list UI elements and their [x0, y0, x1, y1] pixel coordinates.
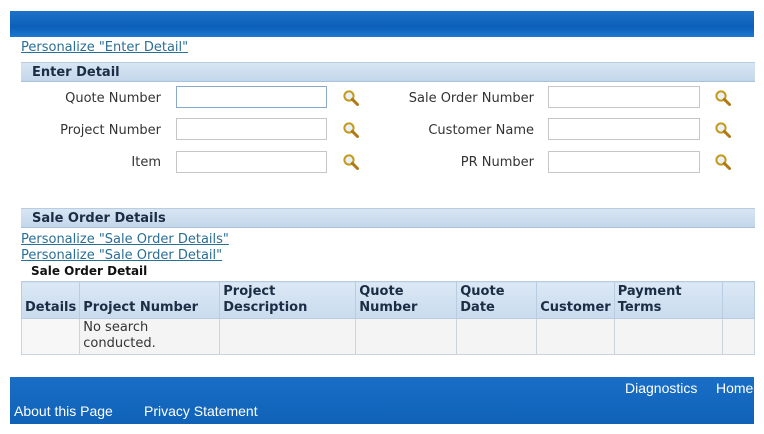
quote-number-label: Quote Number: [65, 91, 161, 106]
personalize-sale-order-detail-link[interactable]: Personalize "Sale Order Detail": [21, 248, 222, 263]
column-header-project-number[interactable]: Project Number: [79, 281, 221, 319]
column-header-more: [721, 281, 756, 319]
sale-order-details-header: Sale Order Details: [21, 208, 755, 228]
about-this-page-link[interactable]: About this Page: [14, 403, 113, 419]
column-header-project-description[interactable]: Project Description: [219, 281, 357, 319]
personalize-sale-order-details-link[interactable]: Personalize "Sale Order Details": [21, 232, 229, 247]
column-header-payment-terms[interactable]: Payment Terms: [613, 281, 723, 319]
item-label: Item: [131, 155, 161, 170]
empty-message: No search conducted.: [79, 318, 221, 355]
home-link[interactable]: Home: [716, 380, 753, 396]
magnifier-icon[interactable]: [342, 89, 360, 107]
diagnostics-link[interactable]: Diagnostics: [625, 380, 697, 396]
table-cell: [219, 318, 357, 355]
enter-detail-header: Enter Detail: [21, 62, 755, 82]
magnifier-icon[interactable]: [342, 153, 360, 171]
magnifier-icon[interactable]: [714, 121, 732, 139]
column-header-details[interactable]: Details: [20, 281, 81, 319]
magnifier-icon[interactable]: [714, 153, 732, 171]
table-row: No search conducted.: [20, 318, 756, 355]
pr-number-label: PR Number: [460, 155, 534, 170]
column-header-quote-date[interactable]: Quote Date: [456, 281, 538, 319]
table-cell: [20, 318, 81, 355]
table-header-row: Details Project Number Project Descripti…: [20, 281, 756, 319]
privacy-statement-link[interactable]: Privacy Statement: [144, 403, 258, 419]
table-cell: [721, 318, 756, 355]
sale-order-detail-subtitle: Sale Order Detail: [31, 264, 148, 278]
footer-bar: Diagnostics Home About this Page Privacy…: [10, 377, 754, 424]
item-input[interactable]: [176, 151, 327, 173]
table-cell: [456, 318, 538, 355]
pr-number-input[interactable]: [548, 151, 700, 173]
sale-order-number-input[interactable]: [548, 86, 700, 108]
personalize-enter-detail-link[interactable]: Personalize "Enter Detail": [21, 40, 188, 55]
table-cell: [355, 318, 458, 355]
customer-name-input[interactable]: [548, 118, 700, 140]
quote-number-input[interactable]: [176, 86, 327, 108]
sale-order-results-table: Details Project Number Project Descripti…: [20, 281, 756, 355]
customer-name-label: Customer Name: [428, 123, 534, 138]
magnifier-icon[interactable]: [714, 89, 732, 107]
top-brand-bar: [10, 11, 754, 37]
column-header-customer[interactable]: Customer: [536, 281, 615, 319]
magnifier-icon[interactable]: [342, 121, 360, 139]
sale-order-number-label: Sale Order Number: [408, 91, 534, 106]
column-header-quote-number[interactable]: Quote Number: [355, 281, 458, 319]
project-number-label: Project Number: [60, 123, 161, 138]
table-cell: [613, 318, 723, 355]
table-cell: [536, 318, 615, 355]
project-number-input[interactable]: [176, 118, 327, 140]
